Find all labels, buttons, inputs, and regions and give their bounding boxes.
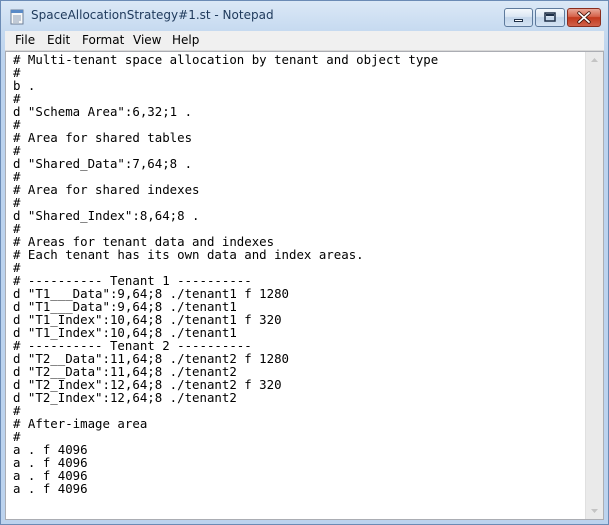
scroll-down-arrow-icon[interactable]: [586, 502, 603, 519]
text-line: a . f 4096: [13, 442, 88, 457]
close-button[interactable]: [567, 8, 601, 27]
text-content[interactable]: # Multi-tenant space allocation by tenan…: [13, 53, 583, 519]
text-line: # After-image area: [13, 416, 148, 431]
window-title: SpaceAllocationStrategy#1.st - Notepad: [31, 8, 274, 22]
text-line: d "Shared_Data":7,64;8 .: [13, 156, 193, 171]
text-line: #: [13, 65, 21, 80]
menu-help[interactable]: Help: [172, 33, 199, 47]
text-line: a . f 4096: [13, 481, 88, 496]
text-line: d "Shared_Index":8,64;8 .: [13, 208, 200, 223]
text-line: a . f 4096: [13, 468, 88, 483]
text-line: d "T2_Index":12,64;8 ./tenant2: [13, 390, 237, 405]
text-line: a . f 4096: [13, 455, 88, 470]
menu-view[interactable]: View: [133, 33, 161, 47]
notepad-icon[interactable]: [9, 9, 25, 25]
text-editor[interactable]: # Multi-tenant space allocation by tenan…: [5, 51, 604, 520]
menu-bar: File Edit Format View Help: [5, 31, 604, 51]
text-line: #: [13, 429, 21, 444]
text-line: # Area for shared tables: [13, 130, 193, 145]
vertical-scrollbar[interactable]: [585, 52, 603, 519]
text-line: # Area for shared indexes: [13, 182, 200, 197]
notepad-window: SpaceAllocationStrategy#1.st - Notepad F…: [0, 0, 609, 525]
menu-format[interactable]: Format: [82, 33, 124, 47]
menu-file[interactable]: File: [15, 33, 35, 47]
text-line: # Each tenant has its own data and index…: [13, 247, 364, 262]
text-line: # Multi-tenant space allocation by tenan…: [13, 53, 439, 67]
menu-edit[interactable]: Edit: [47, 33, 70, 47]
title-bar[interactable]: SpaceAllocationStrategy#1.st - Notepad: [1, 1, 608, 31]
maximize-button[interactable]: [535, 8, 565, 27]
minimize-button[interactable]: [504, 8, 533, 27]
scroll-up-arrow-icon[interactable]: [586, 52, 603, 69]
text-line: b .: [13, 78, 36, 93]
text-line: d "Schema Area":6,32;1 .: [13, 104, 193, 119]
